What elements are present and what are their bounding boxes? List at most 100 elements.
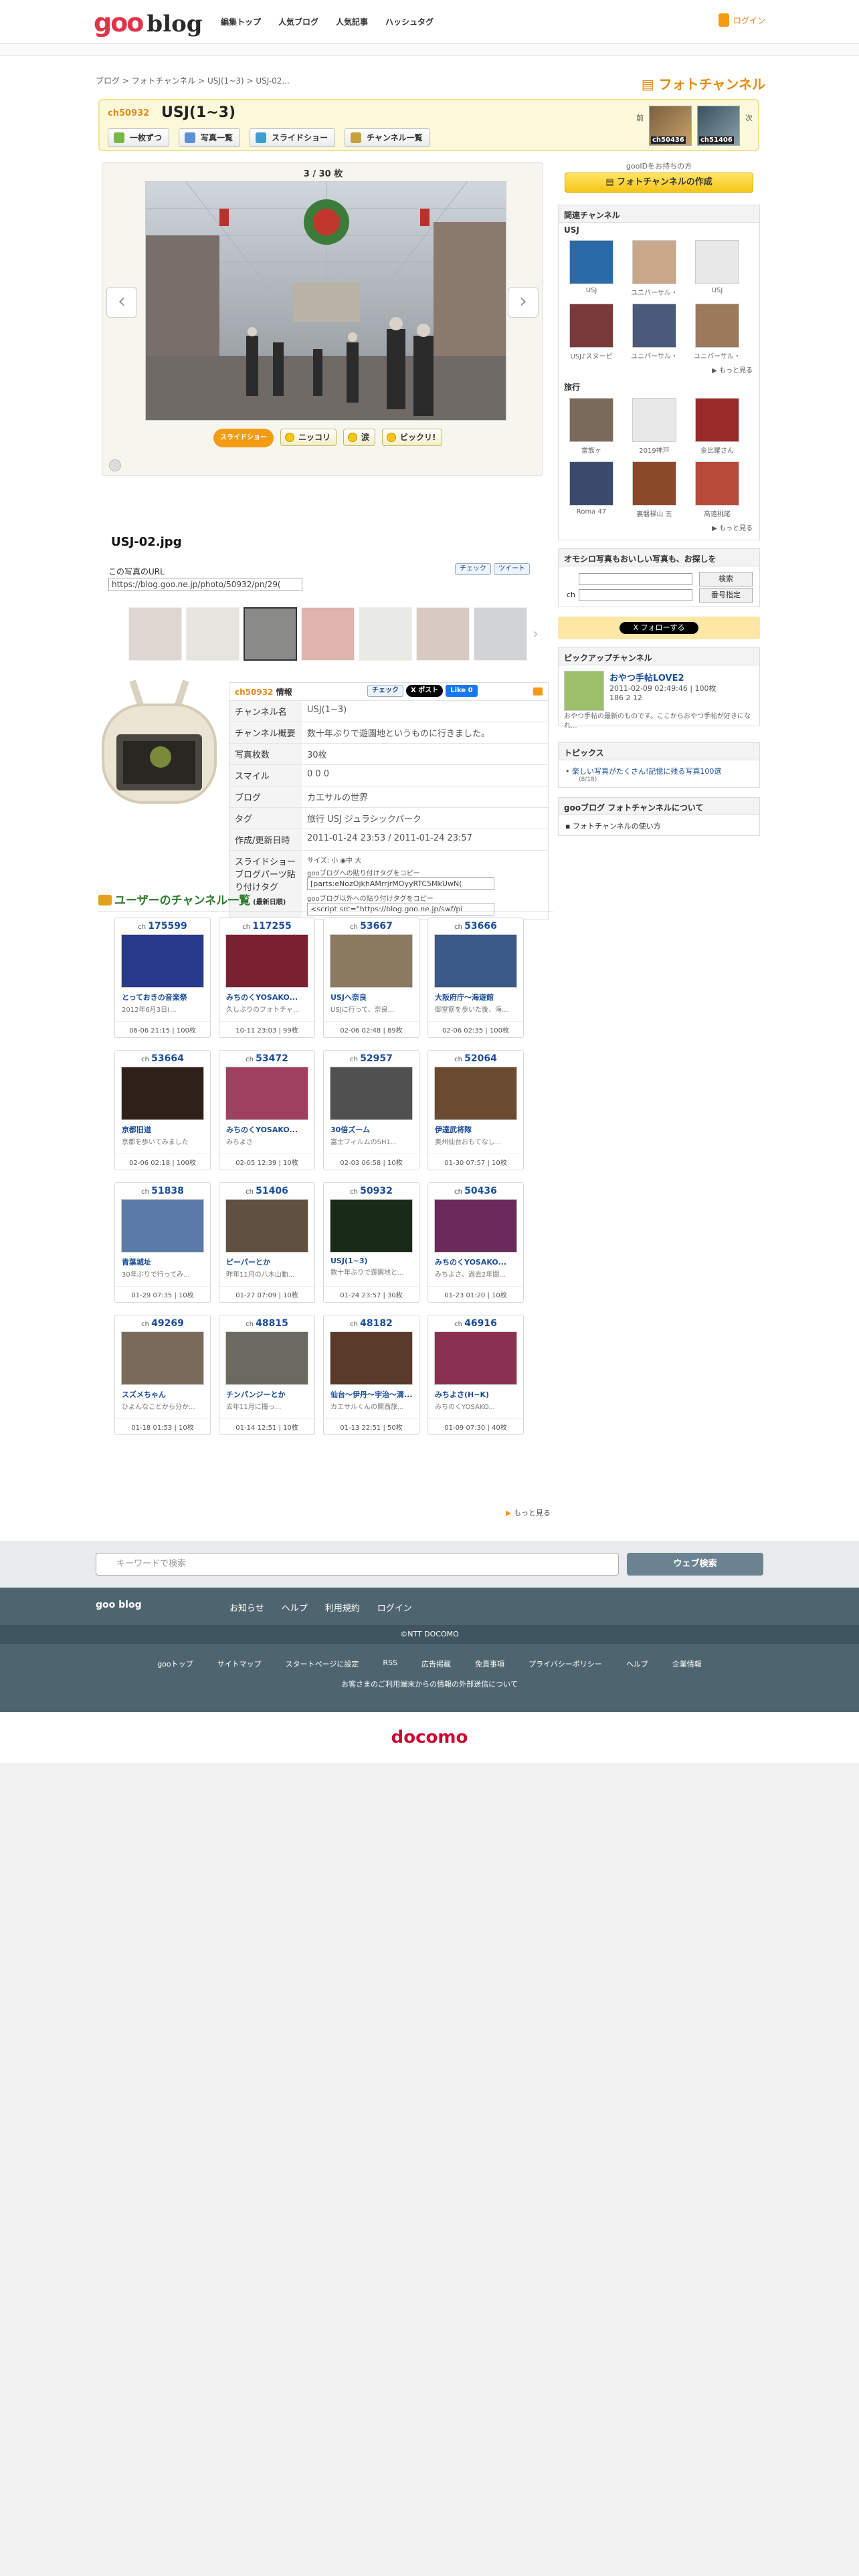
rss-link[interactable]: RSS [383, 1658, 397, 1669]
nav-edit-top[interactable]: 編集トップ [221, 16, 261, 27]
channel-number-input[interactable] [579, 589, 692, 601]
footer-login-link[interactable]: ログイン [377, 1601, 412, 1614]
card-thumb[interactable] [121, 1199, 204, 1253]
set-start-page-link[interactable]: スタートページに設定 [286, 1658, 359, 1669]
card-thumb[interactable] [434, 1067, 517, 1120]
card-thumb[interactable] [121, 1067, 204, 1120]
channel-card[interactable]: ch 46916 みちよさ(H~K) みちのくYOSAKO... 01-09 07:3… [427, 1315, 524, 1435]
card-title[interactable]: ピーパーとか [226, 1257, 308, 1267]
next-channel-thumb[interactable]: ch51406 [697, 106, 740, 146]
x-post-button[interactable]: X ポスト [406, 685, 444, 697]
smile-surprise-button[interactable]: ビックリ! [382, 429, 442, 446]
check-button[interactable]: チェック [455, 563, 491, 575]
prev-channel-thumb[interactable]: ch50436 [649, 106, 692, 146]
card-title[interactable]: 伊達武将隊 [435, 1124, 516, 1135]
nav-popular-articles[interactable]: 人気記事 [336, 16, 368, 27]
main-photo[interactable] [145, 181, 506, 421]
related-channel[interactable]: 高遠桃尾 [694, 461, 741, 518]
goo-embed-tag-field[interactable]: [parts:eNozOjkhAMrrjrMOyyRTC5MkUwN( [307, 877, 494, 890]
channel-card[interactable]: ch 117255 みちのくYOSAKO... 久しぶりのフォトチャ... 10-11… [219, 918, 315, 1038]
card-thumb[interactable] [225, 1199, 308, 1253]
more-usj-link[interactable]: ▶ もっと見る [559, 363, 759, 379]
footer-help-link[interactable]: ヘルプ [282, 1601, 308, 1614]
related-channel[interactable]: 金比羅さん [694, 398, 741, 455]
photo-list-button[interactable]: 写真一覧 [179, 128, 241, 147]
channel-list-button[interactable]: チャンネル一覧 [345, 128, 430, 147]
card-thumb[interactable] [225, 1067, 308, 1120]
channel-card[interactable]: ch 48815 チンパンジーとか 去年11月に撮っ... 01-14 12:51 |… [219, 1315, 315, 1435]
related-channel[interactable]: ユニバーサル・ [631, 304, 678, 360]
x-follow-button[interactable]: X フォローする [619, 622, 698, 634]
related-channel[interactable]: Roma 47 [568, 461, 615, 518]
channel-card[interactable]: ch 51406 ピーパーとか 昨年11月の八木山動... 01-27 07:09 |… [219, 1182, 315, 1303]
related-thumb[interactable] [695, 461, 739, 506]
card-thumb[interactable] [330, 1199, 413, 1253]
related-thumb[interactable] [569, 240, 613, 284]
related-channel[interactable]: ユニバーサル・ [631, 240, 678, 297]
channel-card[interactable]: ch 53666 大阪府庁～海遊館 御堂筋を歩いた後、海... 02-06 02:35… [427, 918, 524, 1038]
facebook-like-button[interactable]: Like 0 [446, 685, 478, 697]
next-photo-arrow[interactable]: › [508, 287, 539, 318]
channel-card[interactable]: ch 53664 京都旧道 京都を歩いてみました 02-06 02:18 | 100枚 [114, 1050, 211, 1170]
topic-link[interactable]: • 楽しい写真がたくさん!記憶に残る写真100選 [565, 766, 721, 776]
card-title[interactable]: 大阪府庁～海遊館 [435, 992, 516, 1002]
related-channel[interactable]: 2019神戸 [631, 398, 678, 455]
tweet-button[interactable]: ツイート [494, 563, 530, 575]
view-one-by-one-button[interactable]: 一枚ずつ [108, 128, 170, 147]
breadcrumb[interactable]: ブログ > フォトチャンネル > USJ(1~3) > USJ-02... [96, 75, 290, 86]
related-thumb[interactable] [695, 398, 739, 442]
footer-news-link[interactable]: お知らせ [229, 1601, 264, 1614]
footer-search-input[interactable]: キーワードで検索 [96, 1553, 619, 1576]
channel-card[interactable]: ch 52064 伊達武将隊 奥州仙台おもてなし... 01-30 07:57 | 1… [427, 1050, 524, 1170]
thumbnail[interactable] [186, 607, 240, 661]
thumbnail-selected[interactable] [244, 607, 297, 661]
card-title[interactable]: スズメちゃん [122, 1389, 203, 1400]
company-link[interactable]: 企業情報 [672, 1658, 702, 1669]
related-thumb[interactable] [569, 398, 613, 442]
rss-icon[interactable] [533, 687, 543, 695]
related-channel[interactable]: 雷族ヶ [568, 398, 615, 455]
channel-card[interactable]: ch 50932 USJ(1~3) 数十年ぶりで遊園地と... 01-24 23:57… [323, 1182, 419, 1303]
sitemap-link[interactable]: サイトマップ [217, 1658, 262, 1669]
related-thumb[interactable] [632, 398, 676, 442]
channel-card[interactable]: ch 52957 30倍ズーム 富士フィルムのSH1... 02-03 06:58 |… [323, 1050, 419, 1170]
card-thumb[interactable] [434, 1331, 517, 1385]
thumbnail[interactable] [359, 607, 412, 661]
photo-url-field[interactable]: https://blog.goo.ne.jp/photo/50932/pn/29… [108, 578, 302, 591]
related-thumb[interactable] [695, 240, 739, 284]
card-title[interactable]: とっておきの音楽祭 [122, 992, 203, 1002]
slideshow-badge[interactable]: スライドショー [213, 429, 274, 447]
nav-hashtags[interactable]: ハッシュタグ [385, 16, 434, 27]
channel-number-button[interactable]: 番号指定 [699, 588, 753, 603]
blog-link[interactable]: カエサルの世界 [302, 786, 548, 808]
ads-link[interactable]: 広告掲載 [421, 1658, 451, 1669]
thumbnail[interactable] [474, 607, 527, 661]
pickup-title[interactable]: おやつ手帖LOVE2 [609, 671, 684, 683]
card-title[interactable]: USJへ奈良 [330, 992, 412, 1002]
footer-brand[interactable]: goo blog [96, 1600, 142, 1610]
search-button[interactable]: 検索 [699, 572, 753, 586]
card-thumb[interactable] [330, 934, 413, 988]
footer-terms-link[interactable]: 利用規約 [325, 1601, 360, 1614]
thumbnail[interactable] [128, 607, 182, 661]
help-link[interactable]: ヘルプ [626, 1658, 648, 1669]
web-search-button[interactable]: ウェブ検索 [627, 1553, 763, 1576]
card-title[interactable]: みちよさ(H~K) [435, 1389, 516, 1400]
related-thumb[interactable] [569, 461, 613, 506]
related-channel[interactable]: 裏磐梯山 五 [631, 461, 678, 518]
card-title[interactable]: 仙台～伊丹～宇治～清... [330, 1389, 412, 1400]
disclaimer-link[interactable]: 免責事項 [475, 1658, 504, 1669]
related-channel[interactable]: USJ♪スヌーピ [568, 304, 615, 360]
thumbnail-next-arrow[interactable]: › [533, 626, 539, 643]
card-thumb[interactable] [225, 1331, 308, 1385]
slideshow-size-radios[interactable]: サイズ: 小 ◉中 大 [307, 855, 543, 865]
card-title[interactable]: 青葉城址 [122, 1257, 203, 1267]
card-thumb[interactable] [121, 1331, 204, 1385]
privacy-link[interactable]: プライバシーポリシー [529, 1658, 602, 1669]
card-title[interactable]: USJ(1~3) [330, 1257, 412, 1265]
pickup-thumb[interactable] [564, 671, 604, 711]
card-thumb[interactable] [121, 934, 204, 988]
external-transmission-note[interactable]: お客さまのご利用端末からの情報の外部送信について [0, 1679, 859, 1689]
create-photochannel-button[interactable]: ▤ フォトチャンネルの作成 [565, 173, 753, 193]
related-thumb[interactable] [695, 304, 739, 348]
